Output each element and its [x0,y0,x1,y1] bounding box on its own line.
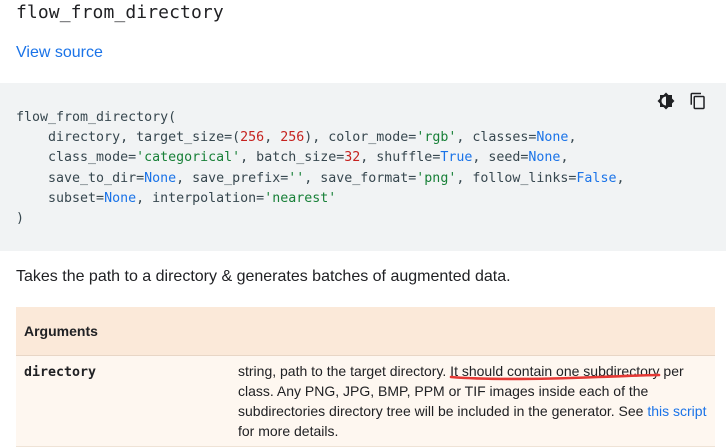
dark-mode-icon[interactable] [656,91,676,111]
code-signature: flow_from_directory( directory, target_s… [16,108,624,229]
argument-name: directory [24,365,97,380]
arguments-table: Arguments directory string, path to the … [16,307,715,447]
copy-icon[interactable] [688,91,708,111]
this-script-link[interactable]: this script [647,403,706,419]
code-line: flow_from_directory( [16,110,177,125]
code-line: directory, target_size=(256, 256), color… [16,130,577,146]
code-block: flow_from_directory( directory, target_s… [0,83,726,251]
method-description: Takes the path to a directory & generate… [16,268,511,285]
page-title: flow_from_directory [16,2,224,23]
code-line: save_to_dir=None, save_prefix='', save_f… [16,170,625,186]
code-line: ) [16,211,25,227]
table-row: directory string, path to the target dir… [16,356,715,447]
arguments-header: Arguments [16,307,715,356]
view-source-link[interactable]: View source [16,44,103,62]
argument-description: string, path to the target directory. It… [238,363,707,439]
code-line: class_mode='categorical', batch_size=32,… [16,150,569,166]
code-toolbar [656,91,708,111]
code-line: subset=None, interpolation='nearest' [16,190,337,206]
